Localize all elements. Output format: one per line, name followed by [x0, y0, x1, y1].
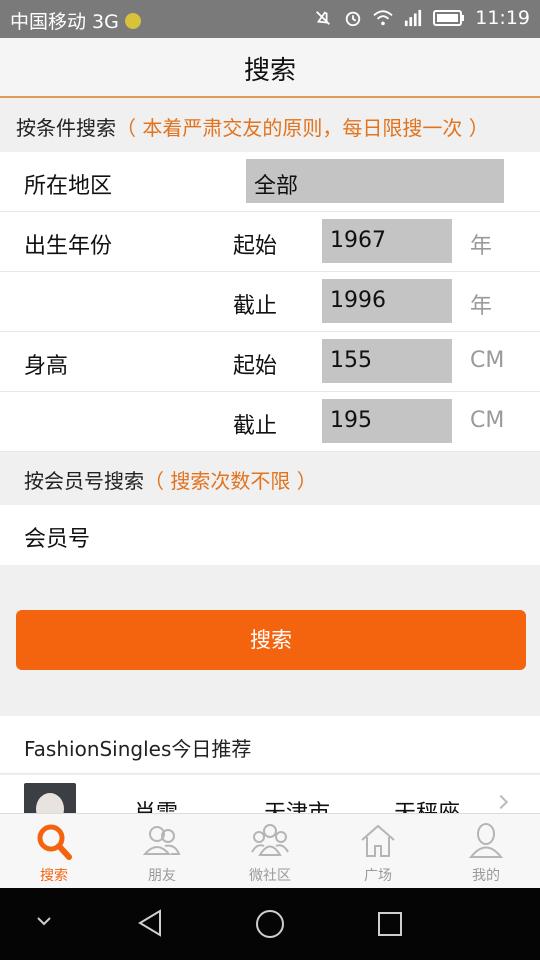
birth-year-to-unit: 年: [470, 294, 493, 319]
height-to-label: 截止: [233, 414, 278, 439]
avatar: [24, 783, 76, 815]
chevron-down-icon[interactable]: [36, 916, 52, 926]
tab-community[interactable]: 微社区: [216, 814, 324, 889]
alarm-icon: [346, 11, 361, 27]
carrier-text: 中国移动 3G: [10, 11, 119, 33]
tab-plaza-label: 广场: [364, 868, 392, 884]
avatar-face: [36, 793, 64, 815]
clock-text: 11:19: [475, 7, 530, 29]
height-from-label: 起始: [233, 354, 278, 379]
network-badge-icon: [124, 12, 141, 29]
signal-icon: [405, 9, 422, 27]
member-number-field[interactable]: 会员号: [0, 505, 540, 565]
chevron-right-icon: [493, 794, 509, 810]
recommend-title: FashionSingles今日推荐: [24, 737, 252, 761]
tab-search[interactable]: 搜索: [0, 814, 108, 889]
height-from-input[interactable]: 155: [322, 339, 452, 383]
birth-year-to-value: 1996: [330, 288, 386, 313]
height-from-unit: CM: [470, 348, 505, 373]
height-from-row: 身高 起始 155 CM: [0, 332, 540, 392]
search-button[interactable]: 搜索: [16, 610, 526, 670]
birth-year-from-value: 1967: [330, 228, 386, 253]
height-to-value: 195: [330, 408, 372, 433]
birth-year-label: 出生年份: [24, 234, 113, 259]
member-number-label: 会员号: [24, 527, 91, 552]
status-left: 中国移动 3G: [10, 7, 141, 34]
back-icon[interactable]: [136, 908, 164, 938]
height-to-row: 截止 195 CM: [0, 392, 540, 452]
tab-community-label: 微社区: [249, 868, 291, 884]
member-search-title: 按会员号搜索: [24, 469, 144, 493]
condition-search-note: （ 本着严肃交友的原则，每日限搜一次 ）: [116, 116, 489, 140]
home-icon[interactable]: [254, 908, 286, 940]
plaza-icon: [361, 824, 395, 857]
status-right: 11:19: [313, 7, 530, 29]
bottom-tab-bar: 搜索 朋友 微社区 广场 我的: [0, 813, 540, 888]
wifi-icon: [373, 10, 393, 26]
height-to-input[interactable]: 195: [322, 399, 452, 443]
member-search-title-wrap: 按会员号搜索（ 搜索次数不限 ）: [24, 465, 317, 494]
mute-icon: [316, 11, 331, 25]
region-label: 所在地区: [24, 174, 113, 199]
region-row: 所在地区 全部: [0, 152, 540, 212]
tab-friends[interactable]: 朋友: [108, 814, 216, 889]
recommend-sign: 天秤座: [394, 801, 461, 815]
birth-year-to-label: 截止: [233, 294, 278, 319]
page-title: 搜索: [243, 56, 296, 86]
battery-icon: [433, 10, 465, 26]
birth-year-to-input[interactable]: 1996: [322, 279, 452, 323]
member-search-header: 按会员号搜索（ 搜索次数不限 ）: [0, 452, 540, 505]
height-from-value: 155: [330, 348, 372, 373]
recents-icon[interactable]: [376, 910, 404, 938]
system-nav-bar: [0, 888, 540, 960]
tab-friends-label: 朋友: [148, 868, 176, 884]
birth-year-from-row: 出生年份 起始 1967 年: [0, 212, 540, 272]
tab-plaza[interactable]: 广场: [324, 814, 432, 889]
community-icon: [251, 824, 289, 856]
title-bar: 搜索: [0, 38, 540, 98]
tab-profile-label: 我的: [472, 868, 500, 884]
recommend-city: 天津市: [264, 801, 331, 815]
recommend-list-item[interactable]: 肖雪 天津市 天秤座: [0, 775, 540, 815]
profile-icon: [468, 823, 504, 858]
tab-search-label: 搜索: [40, 868, 68, 884]
region-select[interactable]: 全部: [246, 159, 504, 203]
birth-year-to-row: 截止 1996 年: [0, 272, 540, 332]
friends-icon: [143, 826, 181, 855]
birth-year-from-label: 起始: [233, 234, 278, 259]
height-to-unit: CM: [470, 408, 505, 433]
condition-search-title-wrap: 按条件搜索（ 本着严肃交友的原则，每日限搜一次 ）: [16, 112, 489, 141]
recommend-name: 肖雪: [134, 801, 179, 815]
search-icon: [37, 824, 72, 860]
condition-search-header: 按条件搜索（ 本着严肃交友的原则，每日限搜一次 ）: [0, 100, 540, 152]
height-label: 身高: [24, 354, 69, 379]
condition-search-title: 按条件搜索: [16, 116, 116, 140]
member-search-note: （ 搜索次数不限 ）: [144, 469, 317, 493]
tab-profile[interactable]: 我的: [432, 814, 540, 889]
recommend-header: FashionSingles今日推荐: [0, 716, 540, 774]
birth-year-from-unit: 年: [470, 234, 493, 259]
status-bar: 中国移动 3G 11:19: [0, 0, 540, 38]
region-value: 全部: [254, 174, 299, 199]
birth-year-from-input[interactable]: 1967: [322, 219, 452, 263]
